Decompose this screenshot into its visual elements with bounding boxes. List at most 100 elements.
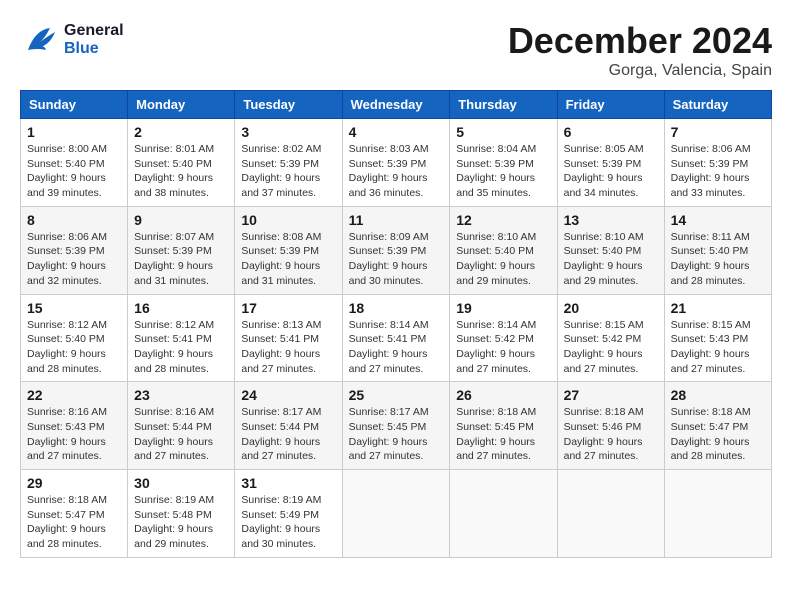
day-number: 26 [456, 387, 550, 403]
calendar-day-cell: 14 Sunrise: 8:11 AM Sunset: 5:40 PM Dayli… [664, 206, 771, 294]
day-of-week-header: Monday [128, 91, 235, 119]
day-detail: Sunrise: 8:10 AM Sunset: 5:40 PM Dayligh… [456, 230, 550, 289]
calendar-day-cell: 6 Sunrise: 8:05 AM Sunset: 5:39 PM Daylig… [557, 119, 664, 207]
calendar-day-cell: 9Sunrise: 8:07 AM Sunset: 5:39 PM Daylig… [128, 206, 235, 294]
day-number: 25 [349, 387, 444, 403]
page-header: General Blue December 2024 Gorga, Valenc… [20, 20, 772, 80]
day-of-week-header: Saturday [664, 91, 771, 119]
day-detail: Sunrise: 8:09 AM Sunset: 5:39 PM Dayligh… [349, 230, 444, 289]
day-of-week-header: Tuesday [235, 91, 342, 119]
month-title: December 2024 [508, 20, 772, 62]
day-detail: Sunrise: 8:10 AM Sunset: 5:40 PM Dayligh… [564, 230, 658, 289]
day-number: 13 [564, 212, 658, 228]
day-detail: Sunrise: 8:15 AM Sunset: 5:42 PM Dayligh… [564, 318, 658, 377]
day-detail: Sunrise: 8:18 AM Sunset: 5:45 PM Dayligh… [456, 405, 550, 464]
calendar-day-cell: 5 Sunrise: 8:04 AM Sunset: 5:39 PM Daylig… [450, 119, 557, 207]
calendar-day-cell: 30Sunrise: 8:19 AM Sunset: 5:48 PM Dayli… [128, 470, 235, 558]
day-detail: Sunrise: 8:12 AM Sunset: 5:41 PM Dayligh… [134, 318, 228, 377]
day-number: 23 [134, 387, 228, 403]
day-of-week-header: Sunday [21, 91, 128, 119]
day-number: 6 [564, 124, 658, 140]
calendar-day-cell [664, 470, 771, 558]
day-number: 10 [241, 212, 335, 228]
calendar-day-cell: 17Sunrise: 8:13 AM Sunset: 5:41 PM Dayli… [235, 294, 342, 382]
calendar-week-row: 22 Sunrise: 8:16 AM Sunset: 5:43 PM Dayli… [21, 382, 772, 470]
calendar-week-row: 29 Sunrise: 8:18 AM Sunset: 5:47 PM Dayli… [21, 470, 772, 558]
calendar-day-cell: 3 Sunrise: 8:02 AM Sunset: 5:39 PM Daylig… [235, 119, 342, 207]
calendar-day-cell: 13 Sunrise: 8:10 AM Sunset: 5:40 PM Dayli… [557, 206, 664, 294]
day-number: 17 [241, 300, 335, 316]
day-detail: Sunrise: 8:14 AM Sunset: 5:42 PM Dayligh… [456, 318, 550, 377]
calendar-day-cell: 27 Sunrise: 8:18 AM Sunset: 5:46 PM Dayli… [557, 382, 664, 470]
calendar-day-cell: 29 Sunrise: 8:18 AM Sunset: 5:47 PM Dayli… [21, 470, 128, 558]
title-block: December 2024 Gorga, Valencia, Spain [508, 20, 772, 80]
day-number: 4 [349, 124, 444, 140]
day-detail: Sunrise: 8:11 AM Sunset: 5:40 PM Dayligh… [671, 230, 765, 289]
calendar-day-cell: 11Sunrise: 8:09 AM Sunset: 5:39 PM Dayli… [342, 206, 450, 294]
day-number: 5 [456, 124, 550, 140]
day-number: 22 [27, 387, 121, 403]
day-number: 16 [134, 300, 228, 316]
day-detail: Sunrise: 8:01 AM Sunset: 5:40 PM Dayligh… [134, 142, 228, 201]
day-of-week-header: Thursday [450, 91, 557, 119]
logo-general-text: General [64, 22, 124, 40]
calendar-day-cell: 12 Sunrise: 8:10 AM Sunset: 5:40 PM Dayli… [450, 206, 557, 294]
calendar-day-cell: 18Sunrise: 8:14 AM Sunset: 5:41 PM Dayli… [342, 294, 450, 382]
calendar-day-cell: 1 Sunrise: 8:00 AM Sunset: 5:40 PM Daylig… [21, 119, 128, 207]
day-of-week-header: Friday [557, 91, 664, 119]
day-number: 29 [27, 475, 121, 491]
calendar-day-cell: 20 Sunrise: 8:15 AM Sunset: 5:42 PM Dayli… [557, 294, 664, 382]
calendar-day-cell: 28 Sunrise: 8:18 AM Sunset: 5:47 PM Dayli… [664, 382, 771, 470]
day-number: 12 [456, 212, 550, 228]
day-detail: Sunrise: 8:07 AM Sunset: 5:39 PM Dayligh… [134, 230, 228, 289]
day-detail: Sunrise: 8:00 AM Sunset: 5:40 PM Dayligh… [27, 142, 121, 201]
day-detail: Sunrise: 8:02 AM Sunset: 5:39 PM Dayligh… [241, 142, 335, 201]
calendar-day-cell: 26 Sunrise: 8:18 AM Sunset: 5:45 PM Dayli… [450, 382, 557, 470]
calendar-week-row: 1 Sunrise: 8:00 AM Sunset: 5:40 PM Daylig… [21, 119, 772, 207]
calendar-week-row: 15 Sunrise: 8:12 AM Sunset: 5:40 PM Dayli… [21, 294, 772, 382]
day-detail: Sunrise: 8:18 AM Sunset: 5:47 PM Dayligh… [27, 493, 121, 552]
day-number: 14 [671, 212, 765, 228]
day-detail: Sunrise: 8:04 AM Sunset: 5:39 PM Dayligh… [456, 142, 550, 201]
day-detail: Sunrise: 8:05 AM Sunset: 5:39 PM Dayligh… [564, 142, 658, 201]
calendar-day-cell [557, 470, 664, 558]
calendar-day-cell: 7Sunrise: 8:06 AM Sunset: 5:39 PM Daylig… [664, 119, 771, 207]
day-detail: Sunrise: 8:18 AM Sunset: 5:46 PM Dayligh… [564, 405, 658, 464]
calendar-day-cell: 15 Sunrise: 8:12 AM Sunset: 5:40 PM Dayli… [21, 294, 128, 382]
day-detail: Sunrise: 8:16 AM Sunset: 5:43 PM Dayligh… [27, 405, 121, 464]
day-detail: Sunrise: 8:15 AM Sunset: 5:43 PM Dayligh… [671, 318, 765, 377]
day-number: 2 [134, 124, 228, 140]
logo-label: General Blue [64, 22, 124, 57]
day-detail: Sunrise: 8:19 AM Sunset: 5:49 PM Dayligh… [241, 493, 335, 552]
day-number: 18 [349, 300, 444, 316]
calendar-day-cell: 25 Sunrise: 8:17 AM Sunset: 5:45 PM Dayli… [342, 382, 450, 470]
day-number: 3 [241, 124, 335, 140]
calendar-table: SundayMondayTuesdayWednesdayThursdayFrid… [20, 90, 772, 558]
day-detail: Sunrise: 8:17 AM Sunset: 5:44 PM Dayligh… [241, 405, 335, 464]
day-detail: Sunrise: 8:16 AM Sunset: 5:44 PM Dayligh… [134, 405, 228, 464]
calendar-day-cell: 22 Sunrise: 8:16 AM Sunset: 5:43 PM Dayli… [21, 382, 128, 470]
day-number: 8 [27, 212, 121, 228]
calendar-day-cell [342, 470, 450, 558]
calendar-header-row: SundayMondayTuesdayWednesdayThursdayFrid… [21, 91, 772, 119]
day-detail: Sunrise: 8:03 AM Sunset: 5:39 PM Dayligh… [349, 142, 444, 201]
calendar-day-cell: 16 Sunrise: 8:12 AM Sunset: 5:41 PM Dayli… [128, 294, 235, 382]
day-detail: Sunrise: 8:08 AM Sunset: 5:39 PM Dayligh… [241, 230, 335, 289]
day-detail: Sunrise: 8:17 AM Sunset: 5:45 PM Dayligh… [349, 405, 444, 464]
day-number: 7 [671, 124, 765, 140]
day-number: 15 [27, 300, 121, 316]
day-number: 24 [241, 387, 335, 403]
day-number: 19 [456, 300, 550, 316]
calendar-day-cell: 2 Sunrise: 8:01 AM Sunset: 5:40 PM Daylig… [128, 119, 235, 207]
calendar-day-cell: 10 Sunrise: 8:08 AM Sunset: 5:39 PM Dayli… [235, 206, 342, 294]
day-number: 31 [241, 475, 335, 491]
day-detail: Sunrise: 8:06 AM Sunset: 5:39 PM Dayligh… [27, 230, 121, 289]
day-detail: Sunrise: 8:18 AM Sunset: 5:47 PM Dayligh… [671, 405, 765, 464]
day-number: 28 [671, 387, 765, 403]
day-detail: Sunrise: 8:12 AM Sunset: 5:40 PM Dayligh… [27, 318, 121, 377]
day-number: 20 [564, 300, 658, 316]
location-text: Gorga, Valencia, Spain [508, 62, 772, 80]
calendar-day-cell: 19 Sunrise: 8:14 AM Sunset: 5:42 PM Dayli… [450, 294, 557, 382]
day-number: 1 [27, 124, 121, 140]
day-number: 27 [564, 387, 658, 403]
